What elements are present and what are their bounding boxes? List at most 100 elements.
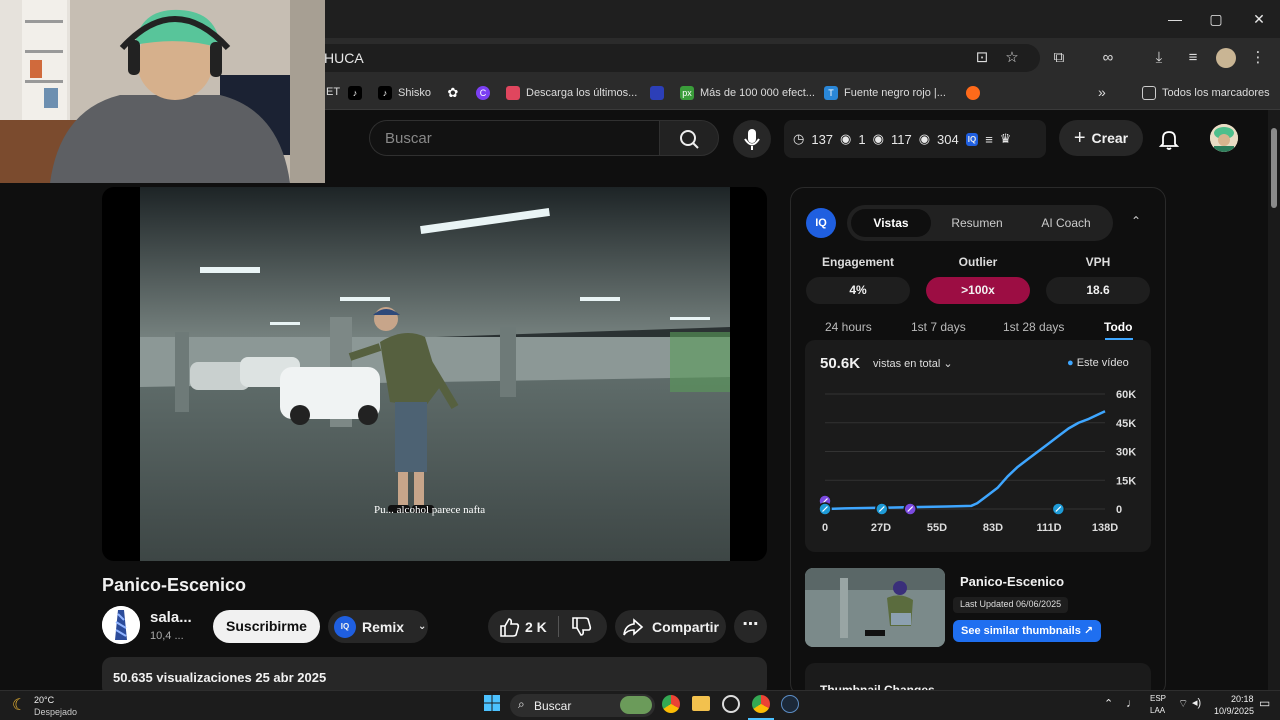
thumbs-down-icon[interactable]: [570, 616, 592, 638]
install-app-icon[interactable]: ⊡: [972, 48, 992, 68]
eye-icon: ◉: [918, 131, 931, 146]
canva-icon: C: [476, 86, 490, 100]
bookmarks-more[interactable]: »: [1098, 84, 1106, 100]
link-icon[interactable]: ∞: [1098, 48, 1118, 68]
queue-icon[interactable]: ≡: [1183, 48, 1203, 68]
bookmark-fuente[interactable]: T Fuente negro rojo |...: [824, 86, 946, 100]
clock-date: 10/9/2025: [1214, 706, 1255, 716]
weather-temp[interactable]: 20°C: [34, 695, 54, 705]
tab-resumen[interactable]: Resumen: [937, 209, 1017, 237]
create-button[interactable]: + Crear: [1059, 120, 1143, 156]
bell-icon[interactable]: [1157, 127, 1181, 151]
taskbar-search[interactable]: ⌕ Buscar: [510, 694, 655, 717]
address-bar[interactable]: HUCA ⊡ ☆: [300, 44, 1040, 72]
scroll-thumb[interactable]: [1271, 128, 1277, 208]
subscribe-button[interactable]: Suscribirme: [213, 610, 320, 643]
time-tab-24h[interactable]: 24 hours: [825, 320, 872, 334]
extension-stats-bar[interactable]: ◷ 137 ◉ 1 ◉ 117 ◉ 304 IQ ≡ ♛: [784, 120, 1046, 158]
video-player[interactable]: Pu... alcohol parece nafta: [102, 187, 767, 561]
metric-outlier-value: >100x: [926, 277, 1030, 304]
account-avatar[interactable]: [1210, 124, 1238, 152]
mic-tray-icon[interactable]: ♩: [1126, 696, 1138, 710]
trophy-icon[interactable]: ♛: [1000, 131, 1012, 147]
bookmark-px[interactable]: px Más de 100 000 efect...: [680, 86, 815, 100]
share-icon: [623, 617, 644, 636]
px-icon: px: [680, 86, 694, 100]
plus-icon: +: [1073, 126, 1086, 149]
thumbs-up-icon[interactable]: [498, 616, 520, 638]
tab-vistas[interactable]: Vistas: [851, 209, 931, 237]
maximize-button[interactable]: ▢: [1201, 8, 1231, 30]
like-dislike-group: 2 K: [488, 610, 607, 643]
font-icon: T: [824, 86, 838, 100]
tiktok-icon: ♪: [378, 86, 392, 100]
bookmark-canva[interactable]: C: [476, 86, 490, 100]
bookmark-cut[interactable]: ET: [326, 86, 340, 98]
star-icon[interactable]: ☆: [1002, 48, 1022, 68]
wifi-icon[interactable]: ⌔: [1178, 697, 1188, 711]
volume-icon[interactable]: ◂): [1192, 696, 1201, 709]
webcam-overlay: [0, 0, 325, 183]
steam-icon[interactable]: [781, 695, 799, 713]
chrome-active-icon[interactable]: [752, 695, 770, 713]
bookmark-blue[interactable]: [650, 86, 664, 100]
profile-avatar[interactable]: [1216, 48, 1236, 68]
extensions-icon[interactable]: ⧉: [1049, 48, 1069, 68]
channel-avatar[interactable]: [102, 606, 140, 644]
weather-icon[interactable]: ☾: [12, 695, 26, 715]
remix-button[interactable]: IQ Remix ⌄: [328, 610, 428, 643]
bookmark-descarga[interactable]: Descarga los últimos...: [506, 86, 637, 100]
chrome-icon[interactable]: [662, 695, 680, 713]
windows-start-icon[interactable]: [483, 694, 503, 714]
metric-outlier-label: Outlier: [958, 255, 998, 269]
y-tick-label: 30K: [1116, 447, 1136, 459]
similar-thumbnails-button[interactable]: See similar thumbnails ↗: [953, 620, 1102, 642]
bookmark-shisko[interactable]: ♪ Shisko: [378, 86, 431, 100]
search-button[interactable]: [659, 120, 719, 156]
time-tab-7d[interactable]: 1st 7 days: [911, 320, 966, 334]
panel-tabs: Vistas Resumen AI Coach: [847, 205, 1113, 241]
stat-clock: 137: [811, 131, 834, 147]
chart-total: 50.6K: [820, 355, 861, 372]
app-icon[interactable]: [722, 695, 740, 713]
close-button[interactable]: ✕: [1244, 8, 1274, 30]
mic-icon: [744, 129, 760, 150]
bookmark-tiktok[interactable]: ♪: [348, 86, 362, 100]
avatar-image: [1210, 124, 1238, 152]
more-actions-button[interactable]: ⋯: [734, 610, 767, 643]
list-icon[interactable]: ≡: [985, 132, 993, 147]
video-thumbnail[interactable]: [805, 568, 945, 647]
windows-taskbar: ☾ 20°C Despejado ⌕ Buscar ⌃ ♩ ESP LAA ⌔ …: [0, 690, 1280, 720]
download-icon[interactable]: ⤓: [1149, 48, 1169, 68]
time-tab-todo[interactable]: Todo: [1104, 320, 1132, 334]
language-bottom: LAA: [1150, 706, 1166, 715]
search-input[interactable]: Buscar: [369, 120, 659, 156]
share-button[interactable]: Compartir: [615, 610, 726, 643]
share-label: Compartir: [652, 618, 719, 635]
channel-name[interactable]: sala...: [150, 609, 192, 626]
chart-mode-select[interactable]: vistas en total ⌄: [873, 357, 953, 370]
x-tick-label: 111D: [1036, 522, 1061, 534]
voice-search-button[interactable]: [733, 120, 771, 158]
all-bookmarks[interactable]: Todos los marcadores: [1142, 86, 1270, 100]
time-tab-28d[interactable]: 1st 28 days: [1003, 320, 1064, 334]
minimize-button[interactable]: —: [1160, 8, 1190, 30]
y-tick-label: 45K: [1116, 418, 1136, 430]
notification-icon[interactable]: ▭: [1259, 696, 1270, 710]
page-scrollbar[interactable]: [1268, 110, 1280, 690]
iq-icon[interactable]: IQ: [965, 132, 979, 146]
tab-ai-coach[interactable]: AI Coach: [1023, 209, 1109, 237]
video-title: Panico-Escenico: [102, 575, 247, 595]
clock-time[interactable]: 20:18: [1231, 694, 1254, 704]
like-count[interactable]: 2 K: [525, 619, 547, 635]
language-top[interactable]: ESP: [1150, 694, 1166, 703]
chevron-up-icon[interactable]: ⌃: [1131, 214, 1141, 228]
thumbnail-image: [805, 568, 945, 647]
bookmark-chatgpt[interactable]: ✿: [446, 86, 460, 100]
x-tick-label: 0: [822, 522, 828, 534]
bookmark-orange[interactable]: [966, 86, 980, 100]
iq-logo: IQ: [806, 208, 836, 238]
tray-expand-icon[interactable]: ⌃: [1104, 697, 1113, 710]
file-explorer-icon[interactable]: [692, 696, 710, 711]
menu-dots-icon[interactable]: ⋮: [1248, 48, 1268, 68]
